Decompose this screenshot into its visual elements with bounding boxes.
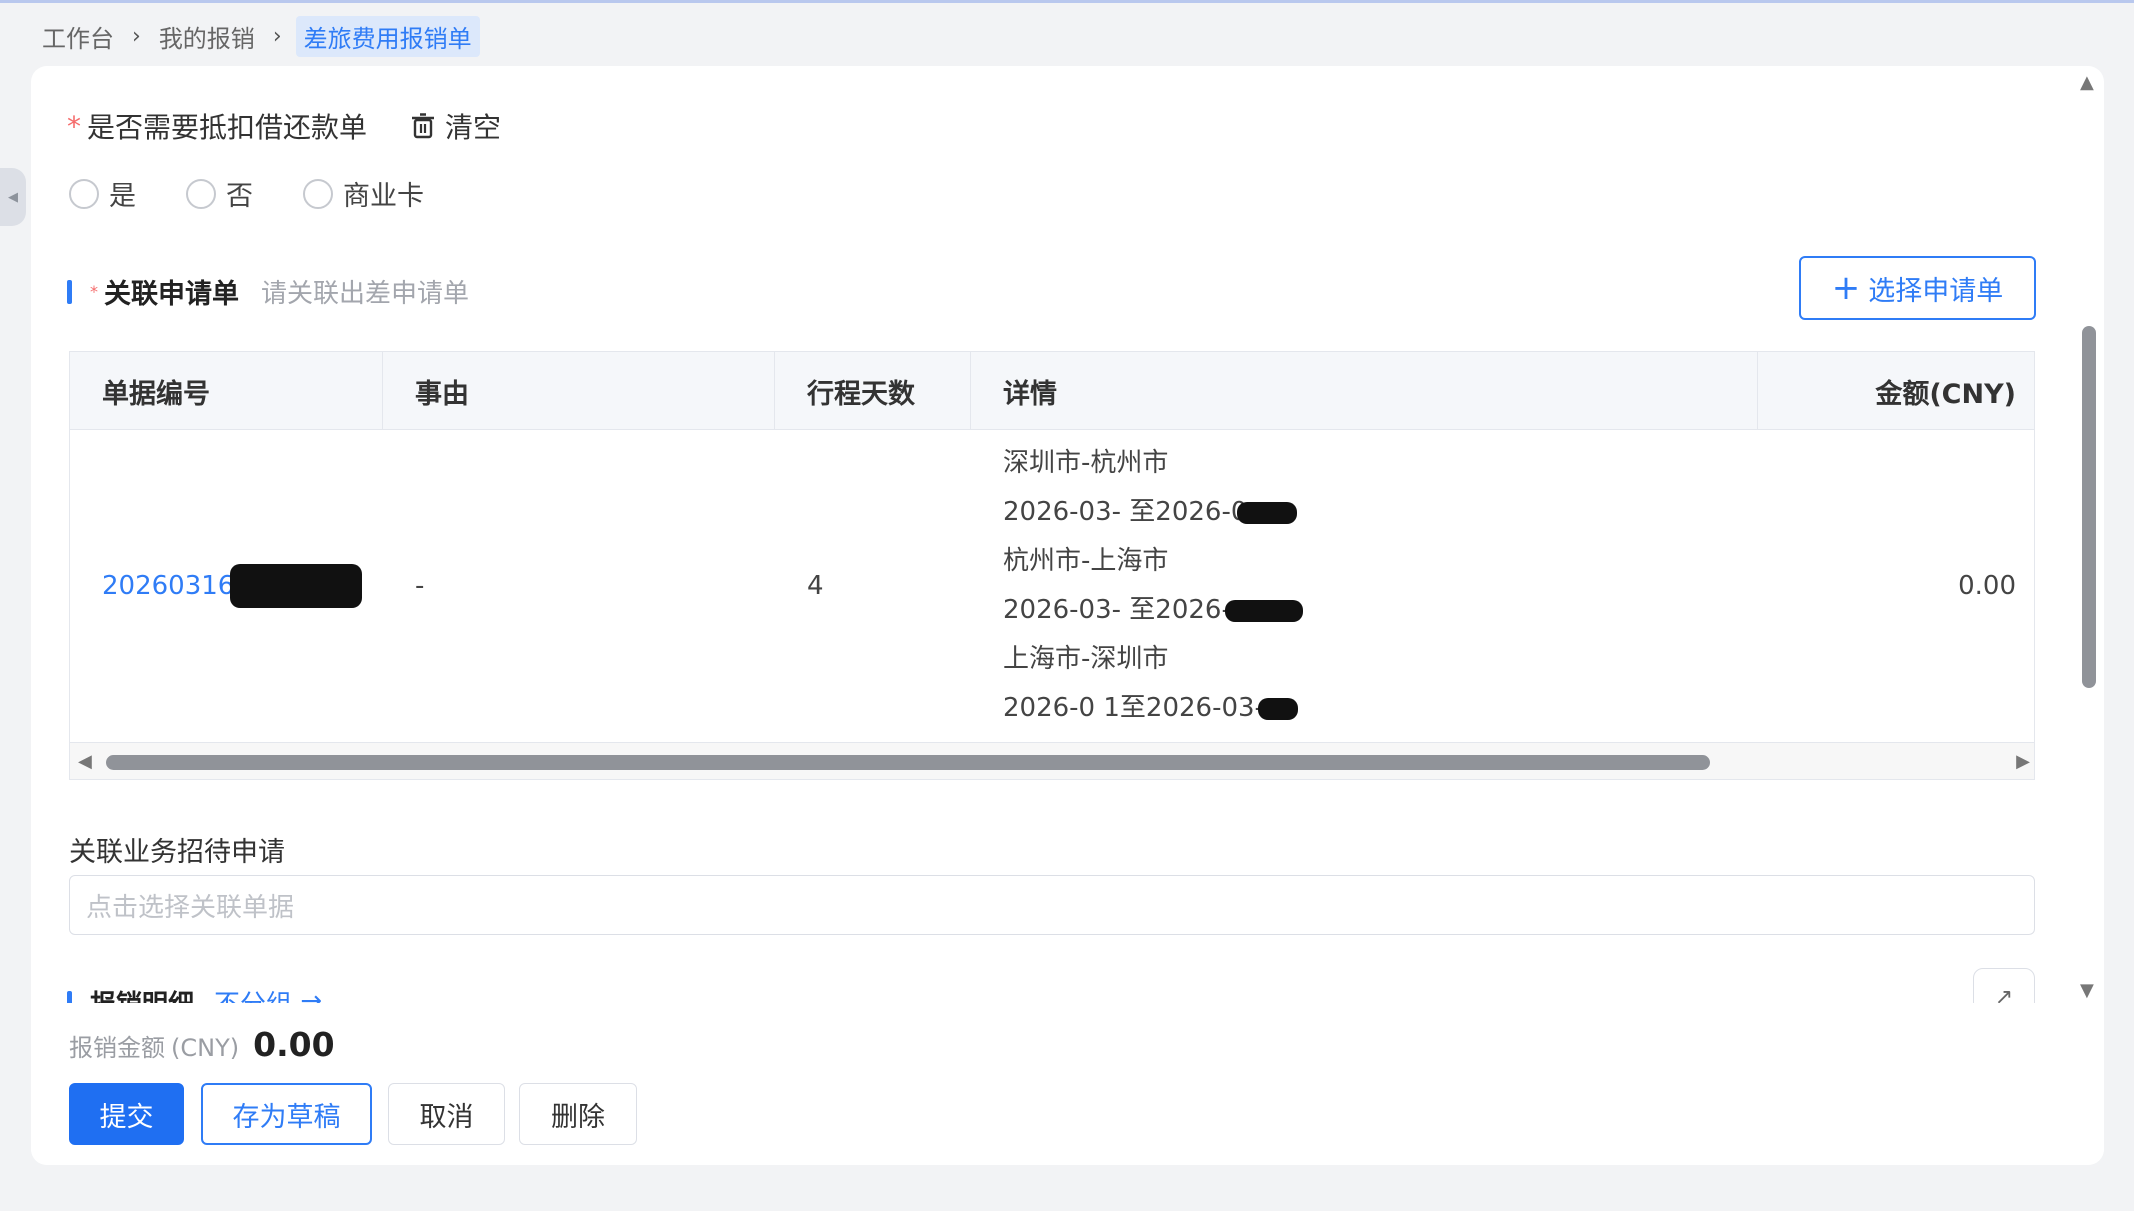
deduct-radio-group: 是 否 商业卡 — [69, 174, 474, 213]
cell-reason: - — [415, 571, 425, 601]
amount-unit: (CNY) — [171, 1034, 240, 1062]
scroll-up-arrow-icon[interactable]: ▲ — [2080, 72, 2094, 93]
radio-circle[interactable] — [186, 178, 216, 209]
cell-amount: 0.00 — [1958, 571, 2016, 601]
required-asterisk: * — [90, 282, 98, 301]
deduct-question-row: * 是否需要抵扣借还款单 清空 — [67, 106, 501, 146]
radio-yes[interactable]: 是 — [69, 174, 136, 213]
expense-detail-header: 报销明细 不分组 ⇄ — [67, 984, 322, 1003]
column-header-reason[interactable]: 事由 — [383, 352, 775, 430]
form-scroll-area: * 是否需要抵扣借还款单 清空 是 否 商业卡 * 关联申请单 请关联出差申请单… — [31, 66, 2104, 1003]
redacted-mark — [230, 564, 363, 608]
group-toggle-link[interactable]: 不分组 ⇄ — [214, 984, 322, 1003]
trash-icon — [412, 113, 435, 139]
breadcrumb: 工作台 › 我的报销 › 差旅费用报销单 — [38, 15, 480, 57]
column-header-days[interactable]: 行程天数 — [775, 352, 971, 430]
expense-detail-title: 报销明细 — [90, 984, 194, 1003]
table-row[interactable]: 20260316 - 4 深圳市-杭州市 2026-03- 至2026-0 杭州… — [70, 430, 2034, 742]
clear-button[interactable]: 清空 — [411, 106, 501, 146]
amount-value: 0.00 — [253, 1025, 335, 1064]
redacted-mark — [1237, 501, 1298, 524]
radio-business-card-label: 商业卡 — [343, 181, 424, 212]
clear-label: 清空 — [445, 111, 502, 144]
trip-dates: 2026-0 1至2026-03- — [1003, 686, 1303, 731]
collapse-left-icon[interactable]: ◀ — [0, 168, 26, 226]
business-entertainment-input[interactable]: 点击选择关联单据 — [69, 875, 2035, 935]
radio-no[interactable]: 否 — [186, 174, 253, 213]
form-footer: 报销金额 (CNY) 0.00 提交 存为草稿 取消 删除 — [31, 1003, 2104, 1165]
section-accent-bar — [67, 990, 72, 1003]
redacted-mark — [1224, 599, 1303, 622]
table-horizontal-scrollbar[interactable]: ◀ ▶ — [70, 742, 2034, 779]
related-application-header: * 关联申请单 请关联出差申请单 — [67, 272, 469, 311]
radio-business-card[interactable]: 商业卡 — [303, 174, 424, 213]
radio-circle[interactable] — [69, 178, 99, 209]
breadcrumb-current: 差旅费用报销单 — [295, 15, 480, 57]
chevron-right-icon: › — [132, 23, 141, 49]
scroll-right-arrow-icon[interactable]: ▶ — [2016, 751, 2030, 772]
redacted-mark — [1257, 697, 1298, 720]
business-entertainment-label: 关联业务招待申请 — [69, 837, 285, 868]
breadcrumb-workbench[interactable]: 工作台 — [38, 19, 118, 54]
breadcrumb-my-reimbursement[interactable]: 我的报销 — [155, 19, 259, 54]
cancel-button[interactable]: 取消 — [388, 1083, 505, 1145]
select-application-label: 选择申请单 — [1868, 275, 2004, 307]
column-header-doc-no[interactable]: 单据编号 — [70, 352, 383, 430]
required-asterisk: * — [67, 109, 81, 143]
top-accent-line — [0, 0, 2134, 3]
doc-no-link[interactable]: 20260316 — [102, 571, 234, 601]
trip-route: 深圳市-杭州市 — [1003, 448, 1169, 478]
related-application-title: 关联申请单 — [104, 279, 239, 310]
scrollbar-thumb[interactable] — [106, 755, 1710, 770]
vertical-scrollbar-thumb[interactable] — [2082, 326, 2096, 688]
trip-dates: 2026-03- 至2026-0 — [1003, 490, 1303, 535]
expand-icon[interactable]: ↗ — [1973, 968, 2035, 1003]
section-accent-bar — [67, 279, 72, 304]
trip-dates: 2026-03- 至2026- — [1003, 588, 1303, 633]
table-header: 单据编号 事由 行程天数 详情 金额(CNY) — [70, 352, 2034, 430]
cell-details: 深圳市-杭州市 2026-03- 至2026-0 杭州市-上海市 2026-03… — [971, 430, 1758, 742]
chevron-right-icon: › — [272, 23, 282, 49]
plus-icon: + — [1831, 268, 1861, 308]
trip-details: 深圳市-杭州市 2026-03- 至2026-0 杭州市-上海市 2026-03… — [1003, 441, 1303, 731]
column-header-amount[interactable]: 金额(CNY) — [1758, 352, 2034, 430]
radio-no-label: 否 — [226, 181, 253, 212]
deduct-question-label: 是否需要抵扣借还款单 — [87, 111, 368, 144]
column-header-details[interactable]: 详情 — [971, 352, 1758, 430]
radio-yes-label: 是 — [109, 181, 136, 212]
amount-label: 报销金额 — [69, 1034, 165, 1062]
submit-button[interactable]: 提交 — [69, 1083, 184, 1145]
related-application-hint: 请关联出差申请单 — [261, 279, 470, 309]
scroll-left-arrow-icon[interactable]: ◀ — [78, 751, 92, 772]
trip-route: 上海市-深圳市 — [1003, 644, 1169, 674]
reimbursement-amount-row: 报销金额 (CNY) 0.00 — [69, 1025, 335, 1064]
cell-days: 4 — [807, 571, 824, 601]
cell-doc-no: 20260316 — [70, 430, 383, 742]
application-table: 单据编号 事由 行程天数 详情 金额(CNY) 20260316 - 4 深圳市… — [69, 351, 2035, 780]
delete-button[interactable]: 删除 — [519, 1083, 637, 1145]
select-application-button[interactable]: + 选择申请单 — [1799, 256, 2036, 320]
scroll-down-arrow-icon[interactable]: ▼ — [2080, 980, 2094, 1001]
radio-circle[interactable] — [303, 178, 333, 209]
form-card: * 是否需要抵扣借还款单 清空 是 否 商业卡 * 关联申请单 请关联出差申请单… — [31, 66, 2104, 1165]
save-draft-button[interactable]: 存为草稿 — [201, 1083, 372, 1145]
trip-route: 杭州市-上海市 — [1003, 546, 1169, 576]
